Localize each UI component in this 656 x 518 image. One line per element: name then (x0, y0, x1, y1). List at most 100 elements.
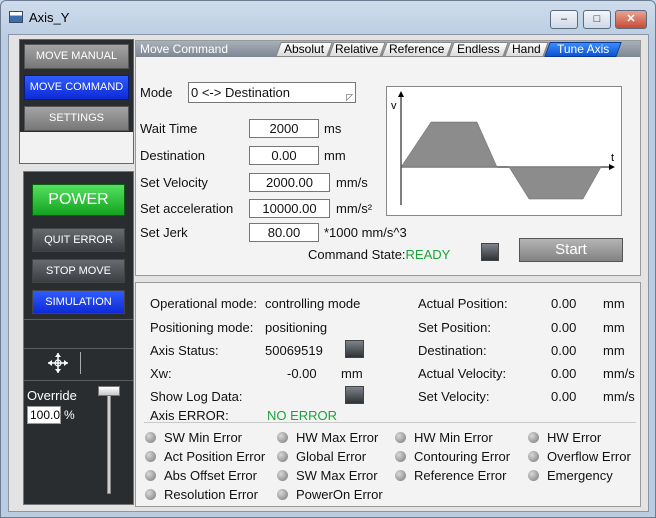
quit-error-button[interactable]: QUIT ERROR (32, 228, 125, 252)
error-indicator: SW Min Error (145, 430, 242, 445)
tab-tune-axis[interactable]: Tune Axis (544, 42, 622, 57)
operational-mode-value: controlling mode (265, 296, 361, 311)
axis-window: Axis_Y – □ ✕ MOVE MANUAL MOVE COMMAND SE… (0, 0, 656, 518)
actual-velocity-unit: mm/s (603, 366, 635, 381)
tab-endless[interactable]: Endless (448, 42, 509, 57)
error-label: Act Position Error (164, 449, 266, 464)
title-bar: Axis_Y – □ ✕ (1, 1, 655, 31)
axis-status-label: Axis Status: (150, 343, 219, 358)
actual-position-unit: mm (603, 296, 625, 311)
tab-hand[interactable]: Hand (504, 42, 549, 57)
status-led-icon (277, 489, 288, 500)
move-command-title: Move Command (140, 42, 229, 56)
move-command-panel: Move Command Absolut Relative Reference … (135, 40, 641, 276)
set-acceleration-unit: mm/s² (336, 201, 373, 216)
actual-position-value: 0.00 (551, 296, 577, 311)
set-position-label: Set Position: (418, 320, 491, 335)
window-title: Axis_Y (29, 10, 70, 25)
error-indicator: Resolution Error (145, 487, 258, 502)
status-led-icon (277, 470, 288, 481)
control-panel: POWER QUIT ERROR STOP MOVE SIMULATION Ov… (23, 171, 134, 505)
error-indicator: HW Max Error (277, 430, 378, 445)
override-slider-track[interactable] (107, 394, 111, 494)
status-led-icon (528, 451, 539, 462)
mode-value: 0 <-> Destination (191, 85, 291, 100)
error-label: HW Min Error (414, 430, 493, 445)
divider (80, 352, 81, 374)
status-led-icon (528, 432, 539, 443)
axis-error-value: NO ERROR (267, 408, 338, 423)
error-label: PowerOn Error (296, 487, 383, 502)
status-led-icon (277, 432, 288, 443)
error-indicator: Overflow Error (528, 449, 631, 464)
divider (24, 319, 133, 320)
navigation-panel: MOVE MANUAL MOVE COMMAND SETTINGS (19, 39, 134, 164)
divider (24, 380, 133, 381)
velocity-profile-plot: v t (391, 91, 615, 205)
tab-absolut[interactable]: Absolut (275, 42, 333, 57)
wait-time-field[interactable]: 2000 (249, 119, 319, 138)
divider (144, 422, 636, 423)
status-led-icon (145, 432, 156, 443)
set-jerk-field[interactable]: 80.00 (249, 223, 319, 242)
close-button[interactable]: ✕ (615, 10, 647, 29)
maximize-button[interactable]: □ (583, 10, 611, 29)
error-label: Resolution Error (164, 487, 258, 502)
override-slider-thumb[interactable] (98, 386, 120, 396)
wait-time-unit: ms (324, 121, 342, 136)
positioning-mode-value: positioning (265, 320, 328, 335)
set-acceleration-field[interactable]: 10000.00 (249, 199, 330, 218)
error-label: Global Error (296, 449, 367, 464)
tab-reference[interactable]: Reference (381, 42, 453, 57)
status-led-icon (528, 470, 539, 481)
simulation-button[interactable]: SIMULATION (32, 290, 125, 314)
error-indicator: Emergency (528, 468, 613, 483)
move-manual-button[interactable]: MOVE MANUAL (24, 44, 129, 69)
start-button[interactable]: Start (519, 238, 623, 262)
status-led-icon (145, 451, 156, 462)
graph-x-label: t (611, 152, 614, 164)
xw-value: -0.00 (287, 366, 317, 381)
mode-label: Mode (140, 85, 173, 100)
error-indicator: Global Error (277, 449, 366, 464)
destination-field[interactable]: 0.00 (249, 146, 319, 165)
error-label: Reference Error (414, 468, 507, 483)
set-velocity-label: Set Velocity (140, 175, 208, 190)
error-label: HW Max Error (296, 430, 379, 445)
error-indicator: SW Max Error (277, 468, 378, 483)
move-cross-icon[interactable] (46, 352, 70, 376)
stop-move-button[interactable]: STOP MOVE (32, 259, 125, 283)
power-button[interactable]: POWER (32, 184, 125, 216)
error-indicator: Contouring Error (395, 449, 510, 464)
axis-status-button[interactable] (345, 340, 364, 358)
destination-label: Destination (140, 148, 206, 163)
actual-velocity-value: 0.00 (551, 366, 577, 381)
set-position-value: 0.00 (551, 320, 577, 335)
positioning-mode-label: Positioning mode: (150, 320, 254, 335)
move-command-button[interactable]: MOVE COMMAND (24, 75, 129, 100)
override-unit: % (64, 408, 75, 422)
error-label: Emergency (547, 468, 613, 483)
error-label: Contouring Error (414, 449, 511, 464)
show-log-data-button[interactable] (345, 386, 364, 404)
app-window-icon (9, 11, 23, 23)
tab-relative[interactable]: Relative (328, 42, 386, 57)
status-led-icon (395, 451, 406, 462)
error-indicator: Act Position Error (145, 449, 265, 464)
status-led-icon (145, 489, 156, 500)
settings-button[interactable]: SETTINGS (24, 106, 129, 131)
mode-select[interactable]: 0 <-> Destination ◸ (188, 82, 356, 103)
tab-label: Endless (457, 42, 500, 56)
error-indicator: HW Error (528, 430, 601, 445)
command-state-indicator[interactable] (481, 243, 499, 261)
status-set-velocity-label: Set Velocity: (418, 389, 490, 404)
set-velocity-field[interactable]: 2000.00 (249, 173, 330, 192)
command-state: Command State:READY (308, 247, 450, 262)
minimize-button[interactable]: – (550, 10, 578, 29)
error-label: SW Max Error (296, 468, 378, 483)
actual-position-label: Actual Position: (418, 296, 508, 311)
set-acceleration-label: Set acceleration (140, 201, 234, 216)
xw-label: Xw: (150, 366, 172, 381)
override-input[interactable]: 100.0 (27, 406, 61, 424)
axis-status-panel: Operational mode: controlling mode Posit… (135, 282, 641, 507)
